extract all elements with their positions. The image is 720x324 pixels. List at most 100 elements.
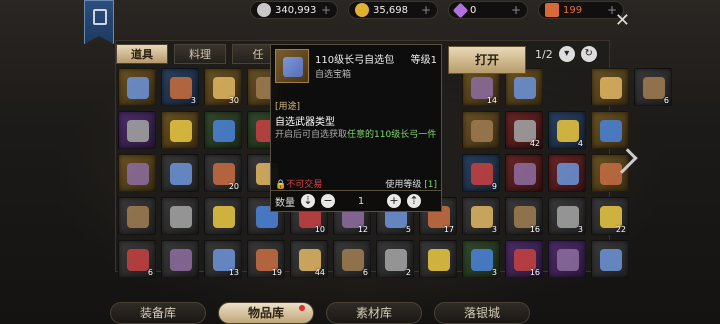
item-count: 12 bbox=[357, 225, 368, 234]
quantity-value[interactable]: 1 bbox=[341, 196, 381, 207]
inventory-slot bbox=[548, 68, 586, 106]
item-count: 22 bbox=[615, 225, 626, 234]
item-icon bbox=[127, 163, 149, 185]
plus-icon[interactable]: + bbox=[387, 194, 401, 208]
inventory-slot[interactable] bbox=[204, 197, 242, 235]
use-level: 使用等级 [1] bbox=[385, 180, 437, 190]
minus-icon[interactable]: − bbox=[321, 194, 335, 208]
item-icon bbox=[127, 249, 149, 271]
inventory-slot[interactable] bbox=[591, 68, 629, 106]
gold-currency: 35,698 + bbox=[348, 1, 438, 19]
add-gold-button[interactable]: + bbox=[421, 3, 431, 17]
inventory-slot[interactable] bbox=[118, 68, 156, 106]
item-icon bbox=[213, 206, 235, 228]
item-count: 6 bbox=[147, 268, 153, 277]
tab-items[interactable]: 道具 bbox=[116, 44, 168, 64]
tab-food[interactable]: 料理 bbox=[174, 44, 226, 64]
item-count: 3 bbox=[577, 225, 583, 234]
item-count: 13 bbox=[228, 268, 239, 277]
item-icon bbox=[643, 77, 665, 99]
item-icon bbox=[170, 77, 192, 99]
inventory-slot[interactable]: 16 bbox=[505, 240, 543, 278]
inventory-slot[interactable]: 3 bbox=[161, 68, 199, 106]
inventory-slot[interactable]: 13 bbox=[204, 240, 242, 278]
item-icon bbox=[170, 120, 192, 142]
inventory-slot[interactable]: 3 bbox=[462, 197, 500, 235]
gem-currency: 0 + bbox=[448, 1, 528, 19]
add-gem-button[interactable]: + bbox=[511, 3, 521, 17]
inventory-slot[interactable] bbox=[161, 240, 199, 278]
add-silver-button[interactable]: + bbox=[321, 3, 331, 17]
inventory-slot[interactable] bbox=[161, 197, 199, 235]
inventory-slot[interactable]: 19 bbox=[247, 240, 285, 278]
item-count: 16 bbox=[529, 225, 540, 234]
item-icon bbox=[471, 206, 493, 228]
inventory-slot[interactable]: 44 bbox=[290, 240, 328, 278]
item-icon bbox=[170, 249, 192, 271]
item-count: 9 bbox=[491, 182, 497, 191]
item-tooltip: 110级长弓自选包 等级1 自选宝箱 [用途] 自选武器类型 开启后可自选获取任… bbox=[270, 44, 442, 212]
item-icon bbox=[471, 249, 493, 271]
inventory-slot[interactable] bbox=[204, 111, 242, 149]
inventory-slot[interactable]: 20 bbox=[204, 154, 242, 192]
ticket-currency: 199 + bbox=[538, 1, 624, 19]
item-count: 19 bbox=[271, 268, 282, 277]
usage-section-label: [用途] bbox=[275, 102, 301, 112]
inventory-slot[interactable] bbox=[118, 154, 156, 192]
item-count: 17 bbox=[443, 225, 454, 234]
item-count: 3 bbox=[190, 96, 196, 105]
open-button[interactable]: 打开 bbox=[448, 46, 526, 74]
inventory-slot[interactable]: 4 bbox=[548, 111, 586, 149]
silver-amount: 340,993 bbox=[275, 4, 317, 16]
inventory-slot[interactable] bbox=[118, 111, 156, 149]
item-icon bbox=[170, 163, 192, 185]
inventory-slot[interactable] bbox=[118, 197, 156, 235]
inventory-slot[interactable]: 6 bbox=[333, 240, 371, 278]
ticket-amount: 199 bbox=[563, 4, 583, 16]
item-count: 3 bbox=[491, 268, 497, 277]
gem-amount: 0 bbox=[470, 4, 477, 16]
inventory-slot[interactable]: 2 bbox=[376, 240, 414, 278]
refresh-icon[interactable]: ↻ bbox=[580, 46, 597, 62]
inventory-slot[interactable]: 6 bbox=[634, 68, 672, 106]
inventory-slot[interactable]: 3 bbox=[548, 197, 586, 235]
inventory-slot[interactable]: 22 bbox=[591, 197, 629, 235]
quantity-stepper: 数量 ⇣ − 1 + ⇡ bbox=[270, 190, 442, 212]
item-icon bbox=[127, 77, 149, 99]
category-tabs: 道具 料理 任 bbox=[116, 44, 284, 64]
item-icon bbox=[600, 77, 622, 99]
tab-material-storage[interactable]: 素材库 bbox=[326, 302, 422, 324]
inventory-slot[interactable] bbox=[548, 240, 586, 278]
inventory-slot[interactable]: 16 bbox=[505, 197, 543, 235]
inventory-slot[interactable]: 9 bbox=[462, 154, 500, 192]
inventory-slot[interactable] bbox=[419, 240, 457, 278]
inventory-slot[interactable]: 42 bbox=[505, 111, 543, 149]
inventory-slot[interactable]: 30 bbox=[204, 68, 242, 106]
inventory-slot[interactable] bbox=[161, 111, 199, 149]
inventory-slot[interactable] bbox=[591, 111, 629, 149]
notification-dot bbox=[299, 305, 305, 311]
inventory-slot[interactable] bbox=[591, 240, 629, 278]
inventory-slot[interactable]: 3 bbox=[462, 240, 500, 278]
inventory-slot[interactable] bbox=[548, 154, 586, 192]
chevron-down-icon[interactable]: ▾ bbox=[558, 46, 575, 62]
item-icon bbox=[471, 163, 493, 185]
silver-currency: 340,993 + bbox=[250, 1, 338, 19]
inventory-slot[interactable] bbox=[161, 154, 199, 192]
increase-max-icon[interactable]: ⇡ bbox=[407, 194, 421, 208]
item-count: 30 bbox=[228, 96, 239, 105]
item-count: 42 bbox=[529, 139, 540, 148]
close-icon[interactable]: ✕ bbox=[615, 10, 630, 31]
tab-item-storage[interactable]: 物品库 bbox=[218, 302, 314, 324]
gold-amount: 35,698 bbox=[373, 4, 408, 16]
tab-silver-city[interactable]: 落银城 bbox=[434, 302, 530, 324]
tab-equipment-storage[interactable]: 装备库 bbox=[110, 302, 206, 324]
inventory-slot[interactable] bbox=[462, 111, 500, 149]
item-count: 2 bbox=[405, 268, 411, 277]
inventory-slot[interactable]: 6 bbox=[118, 240, 156, 278]
item-count: 3 bbox=[491, 225, 497, 234]
inventory-slot bbox=[634, 111, 672, 149]
decrease-max-icon[interactable]: ⇣ bbox=[301, 194, 315, 208]
item-icon bbox=[557, 120, 579, 142]
inventory-slot[interactable] bbox=[505, 154, 543, 192]
